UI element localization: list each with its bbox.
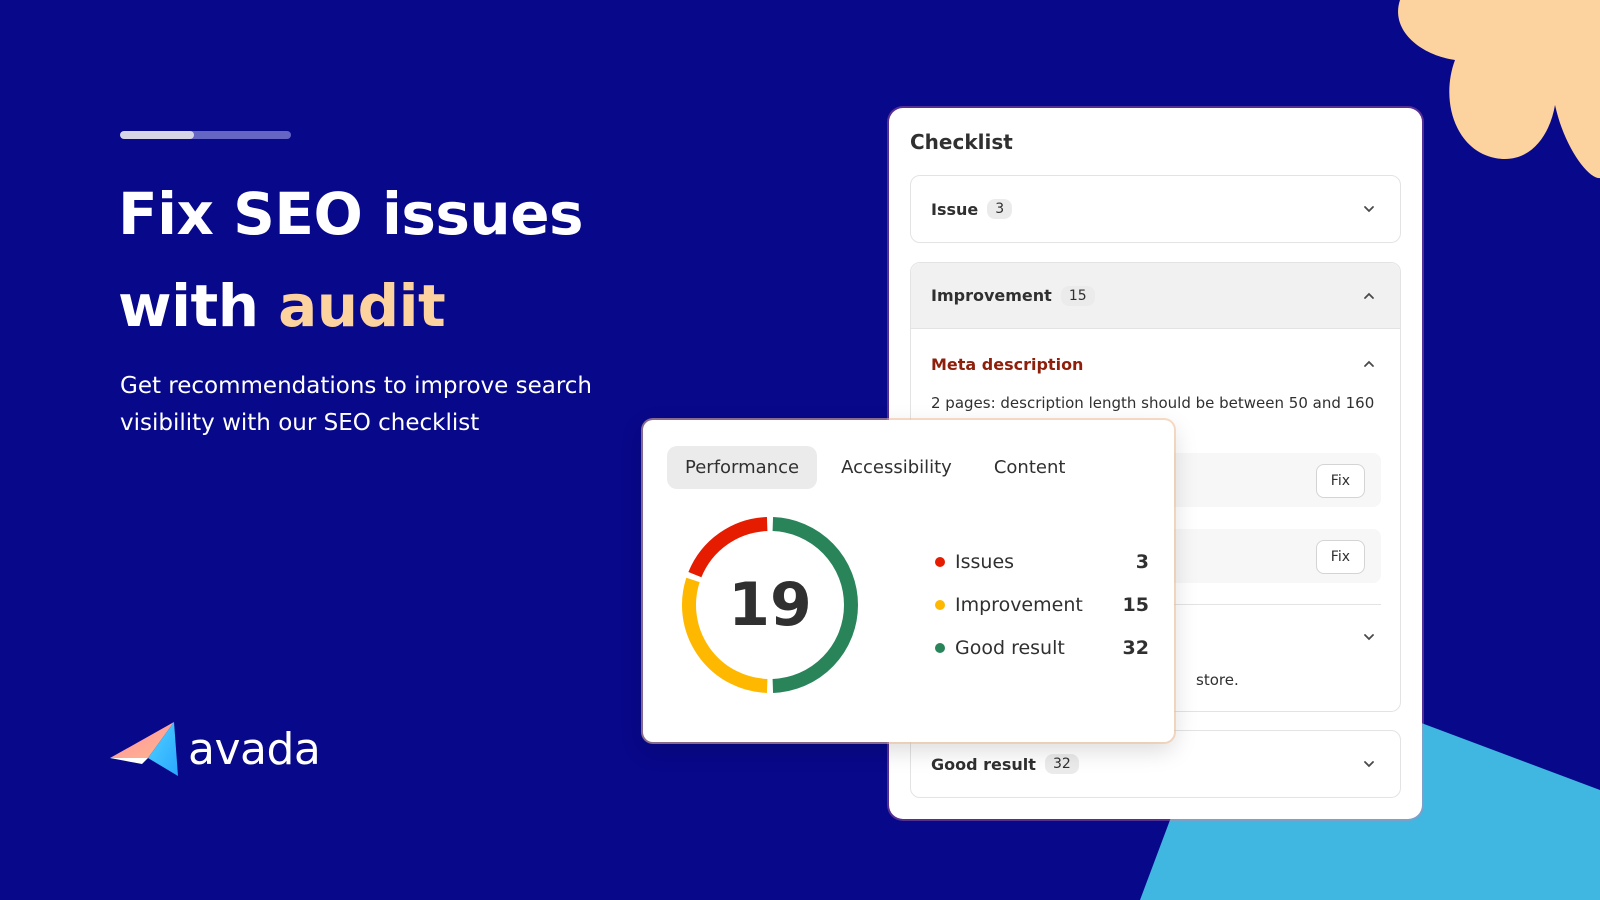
meta-description-title[interactable]: Meta description: [931, 355, 1083, 374]
headline-prefix: with: [118, 272, 279, 340]
headline-line-1: Fix SEO issues: [118, 180, 584, 248]
checklist-title: Checklist: [910, 130, 1013, 154]
avada-logo-text: avada: [188, 723, 321, 775]
fix-button[interactable]: Fix: [1315, 540, 1365, 574]
item-description-text: store.: [1196, 671, 1239, 689]
legend-row-improvement: Improvement 15: [935, 583, 1149, 626]
good-result-label: Good result: [931, 754, 1036, 774]
chevron-down-icon[interactable]: [1362, 630, 1376, 644]
good-result-count-badge: 32: [1044, 754, 1079, 774]
issue-accordion-header[interactable]: Issue 3: [911, 176, 1400, 242]
improvement-label: Improvement: [931, 286, 1052, 305]
legend-value-good-result: 32: [1122, 636, 1149, 659]
tab-performance[interactable]: Performance: [667, 446, 818, 489]
legend-row-good-result: Good result 32: [935, 626, 1149, 669]
score-card: Performance Accessibility Content 19 Iss…: [643, 420, 1174, 742]
legend-label-issues: Issues: [955, 550, 1015, 573]
avada-logo-icon: [110, 722, 178, 776]
improvement-count-badge: 15: [1060, 285, 1095, 306]
legend-dot-issues: [935, 556, 945, 567]
fix-button[interactable]: Fix: [1315, 464, 1365, 498]
legend-value-improvement: 15: [1122, 593, 1149, 616]
slide-progress-fill: [120, 131, 194, 139]
chevron-down-icon: [1364, 761, 1374, 768]
legend-row-issues: Issues 3: [935, 540, 1149, 583]
chevron-up-icon: [1364, 292, 1374, 299]
score-tabs: Performance Accessibility Content: [667, 446, 1089, 489]
legend-dot-improvement: [935, 599, 945, 610]
improvement-accordion-header[interactable]: Improvement 15: [911, 263, 1400, 329]
headline: Fix SEO issues with audit: [118, 168, 584, 352]
headline-line-2: with audit: [118, 260, 583, 352]
chevron-down-icon: [1364, 206, 1374, 213]
avada-logo: avada: [108, 718, 321, 780]
legend-value-issues: 3: [1135, 550, 1149, 573]
meta-description-text: 2 pages: description length should be be…: [931, 394, 1375, 412]
legend-label-improvement: Improvement: [955, 593, 1083, 616]
tab-content[interactable]: Content: [976, 446, 1084, 489]
issue-count-badge: 3: [987, 199, 1013, 219]
score-total: 19: [728, 570, 812, 640]
issue-accordion[interactable]: Issue 3: [910, 175, 1401, 243]
chevron-up-icon[interactable]: [1362, 357, 1376, 371]
issue-label: Issue: [931, 199, 979, 219]
tab-accessibility[interactable]: Accessibility: [823, 446, 970, 489]
subtitle: Get recommendations to improve search vi…: [120, 373, 592, 436]
legend-dot-good-result: [935, 642, 945, 653]
slide-progress-bar: [120, 131, 291, 139]
legend-label-good-result: Good result: [955, 636, 1065, 659]
score-legend: Issues 3 Improvement 15 Good result 32: [935, 540, 1149, 669]
headline-accent: audit: [278, 272, 446, 340]
